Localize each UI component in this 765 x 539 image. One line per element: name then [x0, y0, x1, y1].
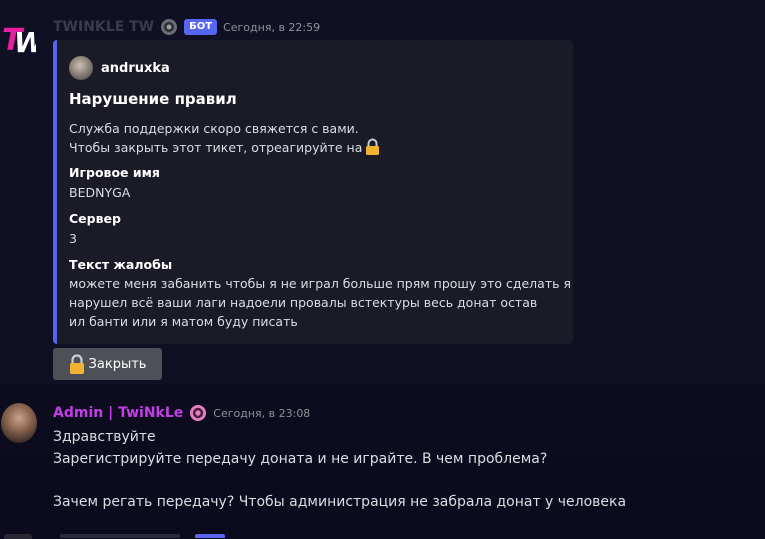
embed-field-server: Сервер 3	[69, 210, 121, 248]
message-1-header: TWINKLE TW БОТ Сегодня, в 22:59	[53, 14, 320, 40]
field-name: Сервер	[69, 211, 121, 226]
ticket-embed: andruxka Нарушение правил Служба поддерж…	[53, 40, 573, 344]
embed-title: Нарушение правил	[69, 90, 237, 108]
embed-author: andruxka	[69, 56, 170, 80]
embed-field-game-name: Игровое имя BEDNYGA	[69, 164, 160, 202]
next-bot-tag-edge	[195, 534, 225, 538]
close-ticket-button[interactable]: Закрыть	[53, 348, 162, 380]
field-value: BEDNYGA	[69, 185, 131, 200]
message-2-line: Здравствуйте	[53, 429, 156, 445]
close-button-label: Закрыть	[88, 356, 147, 372]
bot-tag: БОТ	[184, 19, 218, 35]
admin-username[interactable]: Admin | TwiNkLe	[53, 405, 183, 421]
embed-description: Служба поддержки скоро свяжется с вами. …	[69, 120, 380, 157]
next-username-edge	[60, 534, 180, 538]
message-2-line: Зарегистрируйте передачу доната и не игр…	[53, 451, 548, 467]
field-value: можете меня забанить чтобы я не играл бо…	[69, 276, 571, 329]
role-badge-icon[interactable]	[189, 404, 207, 422]
message-1: T W TWINKLE TW БОТ Сегодня, в 22:59 andr…	[0, 0, 765, 384]
next-avatar-edge	[4, 534, 32, 539]
embed-field-complaint: Текст жалобы можете меня забанить чтобы …	[69, 256, 571, 331]
embed-desc-text: Чтобы закрыть этот тикет, отреагируйте н…	[69, 140, 363, 155]
message-timestamp[interactable]: Сегодня, в 23:08	[213, 407, 310, 420]
next-message-sliver	[0, 534, 765, 539]
field-name: Текст жалобы	[69, 257, 173, 272]
gear-icon	[161, 19, 178, 35]
bot-username[interactable]: TWINKLE TW	[53, 19, 154, 35]
embed-author-avatar[interactable]	[69, 56, 93, 80]
embed-author-name[interactable]: andruxka	[101, 61, 170, 76]
lock-icon	[69, 354, 84, 374]
embed-desc-line: Чтобы закрыть этот тикет, отреагируйте н…	[69, 138, 380, 157]
svg-text:W: W	[14, 26, 36, 58]
embed-desc-line: Служба поддержки скоро свяжется с вами.	[69, 121, 359, 136]
field-name: Игровое имя	[69, 165, 160, 180]
message-2-line: Зачем регать передачу? Чтобы администрац…	[53, 494, 627, 510]
lock-icon	[366, 138, 380, 155]
field-value: 3	[69, 231, 77, 246]
message-timestamp[interactable]: Сегодня, в 22:59	[223, 21, 320, 34]
message-2-header: Admin | TwiNkLe Сегодня, в 23:08	[53, 402, 310, 424]
admin-avatar[interactable]	[1, 403, 37, 443]
tw-logo-icon[interactable]: T W	[2, 18, 36, 58]
